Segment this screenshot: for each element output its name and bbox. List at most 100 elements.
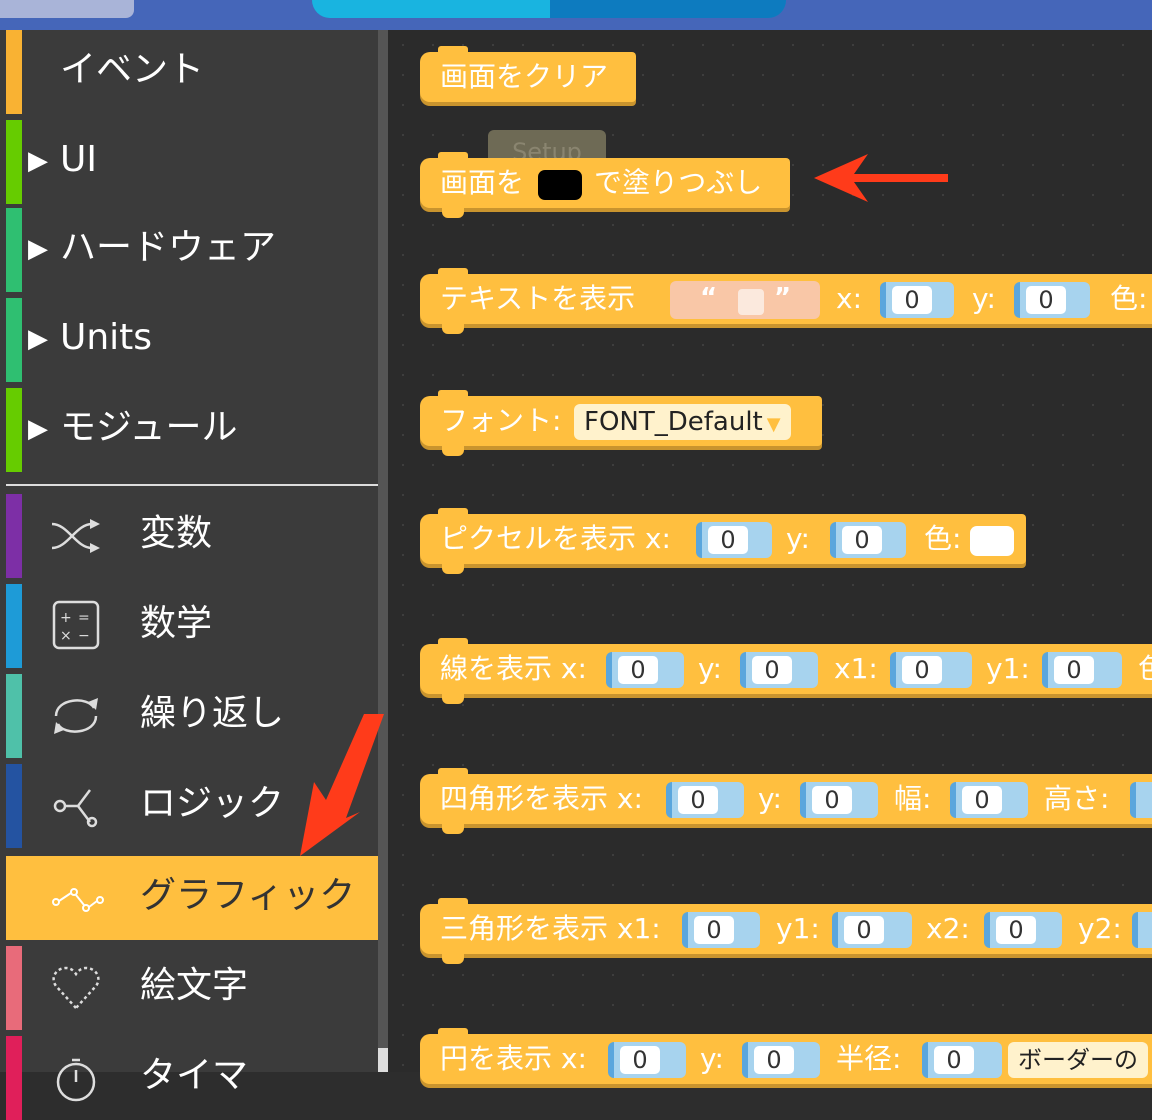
block-workspace[interactable]: Setup 画面をクリア 画面を で塗りつぶし テキストを表示 “ ” x: 0… bbox=[388, 30, 1152, 1084]
category-label: 変数 bbox=[140, 513, 213, 554]
y1-number-input[interactable]: 0 bbox=[832, 912, 912, 948]
y-label: y: bbox=[698, 652, 722, 685]
sidebar-scrollbar-thumb[interactable] bbox=[378, 1048, 388, 1072]
number-value[interactable]: 0 bbox=[694, 916, 734, 944]
block-label: 円を表示 x: bbox=[440, 1042, 587, 1075]
category-label: グラフィック bbox=[140, 875, 356, 916]
color-label: 色 bbox=[1138, 644, 1152, 694]
x1-number-input[interactable]: 0 bbox=[682, 912, 760, 948]
category-modules[interactable]: ▶ モジュール bbox=[6, 388, 378, 472]
category-emoji[interactable]: 絵文字 bbox=[6, 946, 378, 1030]
expand-arrow-icon[interactable]: ▶ bbox=[28, 414, 48, 444]
border-dropdown[interactable]: ボーダーの bbox=[1008, 1042, 1148, 1078]
number-value[interactable]: 0 bbox=[812, 786, 852, 814]
y-number-input[interactable]: 0 bbox=[742, 1042, 820, 1078]
number-value[interactable]: 0 bbox=[962, 786, 1002, 814]
category-variables[interactable]: 変数 bbox=[6, 494, 378, 578]
y1-number-input[interactable]: 0 bbox=[1042, 652, 1122, 688]
x-number-input[interactable]: 0 bbox=[696, 522, 772, 558]
expand-arrow-icon[interactable]: ▶ bbox=[28, 324, 48, 354]
mode-toggle-left[interactable] bbox=[312, 0, 550, 18]
y2-number-input[interactable] bbox=[1132, 912, 1152, 948]
mode-toggle[interactable] bbox=[312, 0, 786, 18]
top-bar bbox=[0, 0, 1152, 30]
text-string-input[interactable]: “ ” bbox=[670, 281, 820, 319]
block-label: 画面をクリア bbox=[440, 60, 609, 93]
block-draw-text[interactable]: テキストを表示 “ ” x: 0 y: 0 色: bbox=[420, 268, 1152, 334]
y1-label: y1: bbox=[776, 912, 820, 945]
number-value[interactable]: 0 bbox=[934, 1046, 974, 1074]
number-value[interactable]: 0 bbox=[678, 786, 718, 814]
category-graphics[interactable]: グラフィック bbox=[6, 856, 378, 940]
y-number-input[interactable]: 0 bbox=[800, 782, 878, 818]
block-draw-pixel[interactable]: ピクセルを表示 x: 0 y: 0 色: bbox=[420, 508, 1026, 574]
category-units[interactable]: ▶ Units bbox=[6, 298, 378, 382]
number-value[interactable]: 0 bbox=[754, 1046, 794, 1074]
category-label: タイマ bbox=[140, 1055, 249, 1096]
fill-color-swatch[interactable] bbox=[538, 170, 582, 200]
x-number-input[interactable]: 0 bbox=[666, 782, 744, 818]
block-fill-screen[interactable]: 画面を で塗りつぶし bbox=[420, 152, 790, 218]
height-number-input[interactable] bbox=[1130, 782, 1152, 818]
number-value[interactable]: 0 bbox=[752, 656, 792, 684]
chevron-down-icon[interactable]: ▼ bbox=[767, 414, 781, 435]
number-value[interactable]: 0 bbox=[1054, 656, 1094, 684]
expand-arrow-icon[interactable]: ▶ bbox=[28, 234, 48, 264]
expand-arrow-icon[interactable]: ▶ bbox=[28, 146, 48, 176]
mode-toggle-right[interactable] bbox=[550, 0, 786, 18]
width-number-input[interactable]: 0 bbox=[950, 782, 1028, 818]
number-value[interactable]: 0 bbox=[618, 656, 658, 684]
category-color-bar bbox=[6, 388, 22, 472]
font-dropdown[interactable]: FONT_Default ▼ bbox=[574, 404, 791, 440]
x-number-input[interactable]: 0 bbox=[608, 1042, 686, 1078]
block-draw-rectangle[interactable]: 四角形を表示 x: 0 y: 0 幅: 0 高さ: bbox=[420, 768, 1152, 834]
block-label: テキストを表示 bbox=[440, 282, 636, 315]
block-draw-line[interactable]: 線を表示 x: 0 y: 0 x1: 0 y1: 0 色 bbox=[420, 638, 1152, 704]
number-value[interactable]: 0 bbox=[902, 656, 942, 684]
top-left-tab[interactable] bbox=[0, 0, 134, 18]
category-hardware[interactable]: ▶ ハードウェア bbox=[6, 208, 378, 292]
category-label: 絵文字 bbox=[140, 965, 249, 1006]
x-number-input[interactable]: 0 bbox=[880, 282, 954, 318]
radius-number-input[interactable]: 0 bbox=[922, 1042, 1002, 1078]
y-number-input[interactable]: 0 bbox=[830, 522, 906, 558]
x-number-input[interactable]: 0 bbox=[606, 652, 684, 688]
number-value[interactable]: 0 bbox=[996, 916, 1036, 944]
block-label: 三角形を表示 x1: bbox=[440, 912, 661, 945]
x1-number-input[interactable]: 0 bbox=[890, 652, 972, 688]
block-tab bbox=[442, 564, 464, 574]
block-set-font[interactable]: フォント: FONT_Default ▼ bbox=[420, 390, 822, 456]
category-color-bar bbox=[6, 946, 22, 1030]
number-value[interactable]: 0 bbox=[1026, 286, 1066, 314]
y-number-input[interactable]: 0 bbox=[1014, 282, 1090, 318]
number-value[interactable]: 0 bbox=[844, 916, 884, 944]
sidebar-scrollbar-track[interactable] bbox=[378, 30, 388, 1072]
category-timer[interactable]: タイマ bbox=[6, 1036, 378, 1120]
height-label: 高さ: bbox=[1044, 782, 1110, 815]
y-number-input[interactable]: 0 bbox=[740, 652, 818, 688]
text-value-box[interactable] bbox=[738, 289, 764, 315]
number-value[interactable]: 0 bbox=[620, 1046, 660, 1074]
number-value[interactable]: 0 bbox=[842, 526, 882, 554]
x2-number-input[interactable]: 0 bbox=[984, 912, 1062, 948]
pixel-color-swatch[interactable] bbox=[970, 526, 1014, 556]
category-math[interactable]: + = × − 数学 bbox=[6, 584, 378, 668]
block-label: で塗りつぶし bbox=[594, 166, 763, 199]
category-color-bar bbox=[6, 674, 22, 758]
block-draw-triangle[interactable]: 三角形を表示 x1: 0 y1: 0 x2: 0 y2: bbox=[420, 898, 1152, 964]
svg-text:+: + bbox=[60, 610, 72, 626]
block-draw-circle[interactable]: 円を表示 x: 0 y: 0 半径: 0 ボーダーの bbox=[420, 1028, 1152, 1084]
color-label: 色: bbox=[1110, 282, 1148, 315]
number-value[interactable]: 0 bbox=[708, 526, 748, 554]
category-events[interactable]: イベント bbox=[6, 30, 378, 114]
loop-icon bbox=[54, 698, 98, 734]
category-ui[interactable]: ▶ UI bbox=[6, 120, 378, 204]
x-label: x: bbox=[836, 282, 863, 315]
block-tab bbox=[442, 824, 464, 834]
block-clear-screen[interactable]: 画面をクリア bbox=[420, 46, 636, 102]
category-color-bar bbox=[6, 298, 22, 382]
number-value[interactable]: 0 bbox=[892, 286, 932, 314]
y-label: y: bbox=[972, 282, 996, 315]
y-label: y: bbox=[758, 782, 782, 815]
radius-label: 半径: bbox=[836, 1042, 902, 1075]
